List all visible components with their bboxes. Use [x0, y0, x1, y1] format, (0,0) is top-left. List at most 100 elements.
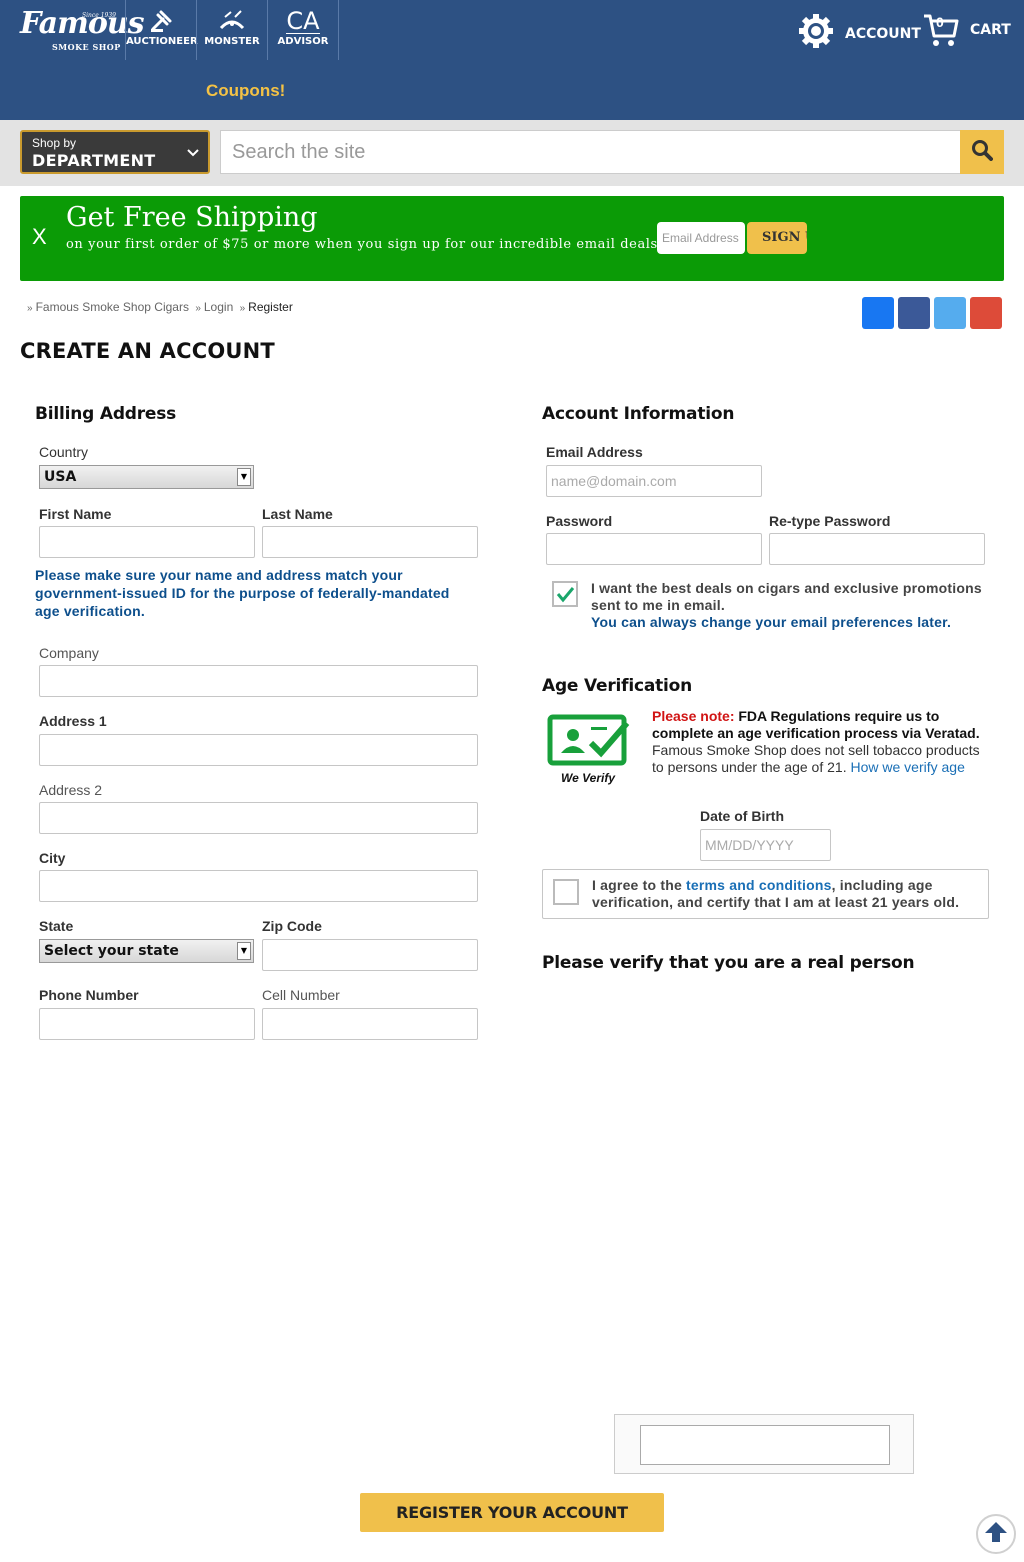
breadcrumb-link-home[interactable]: Famous Smoke Shop Cigars: [36, 300, 189, 314]
brand-label: ADVISOR: [277, 36, 329, 47]
last-name-field[interactable]: [262, 526, 478, 558]
phone-field[interactable]: [39, 1008, 255, 1040]
brand-label: MONSTER: [204, 36, 260, 47]
we-verify-badge: We Verify: [547, 713, 631, 785]
terms-link[interactable]: terms and conditions: [686, 877, 832, 893]
email-optin-checkbox[interactable]: [552, 581, 578, 607]
retype-password-label: Re-type Password: [769, 513, 891, 529]
brand-label: AUCTIONEER: [126, 36, 198, 47]
terms-checkbox[interactable]: [553, 879, 579, 905]
account-link[interactable]: ACCOUNT: [797, 12, 921, 55]
cell-label: Cell Number: [262, 987, 340, 1003]
last-name-label: Last Name: [262, 506, 333, 522]
breadcrumb-separator: »: [195, 303, 201, 314]
state-value: Select your state: [44, 943, 179, 959]
auctioneer-icon: [126, 6, 196, 36]
captcha-section-title: Please verify that you are a real person: [542, 953, 915, 973]
share-google-button[interactable]: [970, 297, 1002, 329]
back-to-top-button[interactable]: [976, 1514, 1016, 1554]
address1-field[interactable]: [39, 734, 478, 766]
city-field[interactable]: [39, 870, 478, 902]
age-note: Please note: FDA Regulations require us …: [652, 708, 992, 776]
dept-big-label: DEPARTMENT: [32, 151, 156, 170]
terms-prefix: I agree to the: [592, 877, 687, 893]
captcha-widget: [614, 1414, 914, 1474]
search-button[interactable]: [960, 130, 1004, 174]
site-header: Famous Since 1939 SMOKE SHOP AUCTIONEER …: [0, 0, 1024, 120]
close-banner-button[interactable]: X: [32, 224, 47, 250]
retype-password-field[interactable]: [769, 533, 985, 565]
cart-label: CART: [970, 22, 1011, 38]
coupons-link[interactable]: Coupons!: [206, 81, 285, 101]
id-card-icon: [547, 714, 630, 766]
share-facebook-button[interactable]: [898, 297, 930, 329]
search-icon: [971, 139, 993, 166]
brand-auctioneer[interactable]: AUCTIONEER: [126, 6, 198, 56]
dropdown-arrow-icon: ▼: [237, 468, 251, 486]
dob-field[interactable]: MM/DD/YYYY: [700, 829, 831, 861]
brand-advisor[interactable]: CA ADVISOR: [268, 6, 338, 56]
optin-text: I want the best deals on cigars and excl…: [591, 580, 982, 613]
banner-subline: on your first order of $75 or more when …: [66, 237, 663, 252]
advisor-icon: CA: [268, 6, 338, 36]
divider: [338, 0, 339, 60]
cart-icon: 0: [922, 12, 960, 48]
country-label: Country: [39, 444, 89, 460]
search-input[interactable]: Search the site: [220, 130, 962, 174]
zip-field[interactable]: [262, 939, 478, 971]
cart-link[interactable]: 0 CART: [922, 12, 1011, 48]
logo-subtitle: SMOKE SHOP: [52, 42, 121, 52]
captcha-input[interactable]: [640, 1425, 890, 1465]
breadcrumb-separator: »: [239, 303, 246, 314]
billing-section-title: Billing Address: [35, 404, 177, 424]
zip-label: Zip Code: [262, 918, 322, 934]
email-label: Email Address: [546, 444, 643, 460]
cell-field[interactable]: [262, 1008, 478, 1040]
dropdown-arrow-icon: ▼: [237, 942, 251, 960]
famous-logo[interactable]: Famous Since 1939 SMOKE SHOP: [20, 8, 145, 56]
optin-note: You can always change your email prefere…: [591, 614, 952, 630]
logo-since: Since 1939: [82, 12, 116, 19]
password-field[interactable]: [546, 533, 762, 565]
country-select[interactable]: USA ▼: [39, 465, 254, 489]
brand-monster[interactable]: MONSTER: [197, 6, 267, 56]
how-we-verify-link[interactable]: How we verify age: [850, 759, 964, 775]
free-shipping-banner: X Get Free Shipping on your first order …: [20, 196, 1004, 281]
email-field[interactable]: name@domain.com: [546, 465, 762, 497]
terms-agreement-box: I agree to the terms and conditions, inc…: [542, 869, 989, 919]
breadcrumb: » Famous Smoke Shop Cigars » Login » Regist…: [24, 300, 293, 314]
cart-count: 0: [936, 14, 944, 30]
address2-label: Address 2: [39, 782, 103, 798]
gear-icon: [797, 12, 835, 55]
phone-label: Phone Number: [39, 987, 139, 1003]
share-facebook-messenger-button[interactable]: [862, 297, 894, 329]
department-dropdown[interactable]: Shop by DEPARTMENT: [20, 130, 210, 174]
banner-headline: Get Free Shipping: [66, 202, 318, 233]
country-value: USA: [44, 469, 77, 485]
chevron-down-icon: [186, 146, 200, 165]
address1-label: Address 1: [39, 713, 107, 729]
age-note-label: Please note:: [652, 708, 735, 724]
monster-icon: [197, 6, 267, 36]
account-section-title: Account Information: [542, 404, 735, 424]
we-verify-label: We Verify: [561, 771, 616, 785]
breadcrumb-link-login[interactable]: Login: [204, 300, 233, 314]
terms-text: I agree to the terms and conditions, inc…: [592, 877, 977, 911]
first-name-field[interactable]: [39, 526, 255, 558]
password-label: Password: [546, 513, 613, 529]
first-name-label: First Name: [39, 506, 112, 522]
state-select[interactable]: Select your state ▼: [39, 939, 254, 963]
email-optin-text: I want the best deals on cigars and excl…: [591, 580, 991, 631]
page-title: CREATE AN ACCOUNT: [20, 339, 275, 363]
age-section-title: Age Verification: [542, 676, 693, 696]
company-field[interactable]: [39, 665, 478, 697]
banner-signup-button[interactable]: SIGN UP: [747, 222, 807, 254]
dept-small-label: Shop by: [32, 136, 77, 150]
breadcrumb-separator: »: [27, 303, 33, 314]
address2-field[interactable]: [39, 802, 478, 834]
search-bar: Shop by DEPARTMENT Search the site: [0, 120, 1024, 186]
arrow-up-icon: [983, 1519, 1009, 1550]
register-button[interactable]: REGISTER YOUR ACCOUNT: [360, 1493, 664, 1532]
banner-email-input[interactable]: Email Address: [657, 222, 745, 254]
share-twitter-button[interactable]: [934, 297, 966, 329]
